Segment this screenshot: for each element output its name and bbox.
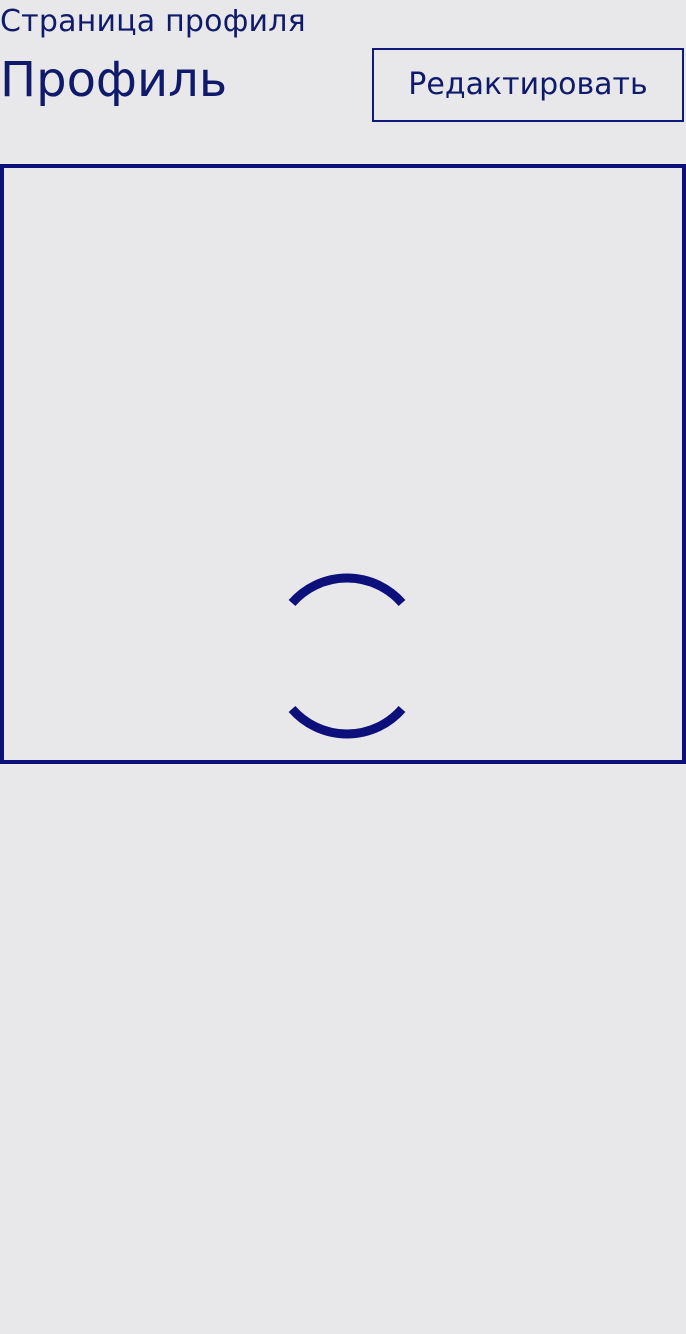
edit-button[interactable]: Редактировать (372, 48, 684, 122)
page-title: Профиль (0, 52, 228, 108)
loading-spinner-icon (288, 573, 406, 739)
profile-content-panel (0, 164, 686, 764)
page-subtitle: Страница профиля (0, 4, 306, 39)
